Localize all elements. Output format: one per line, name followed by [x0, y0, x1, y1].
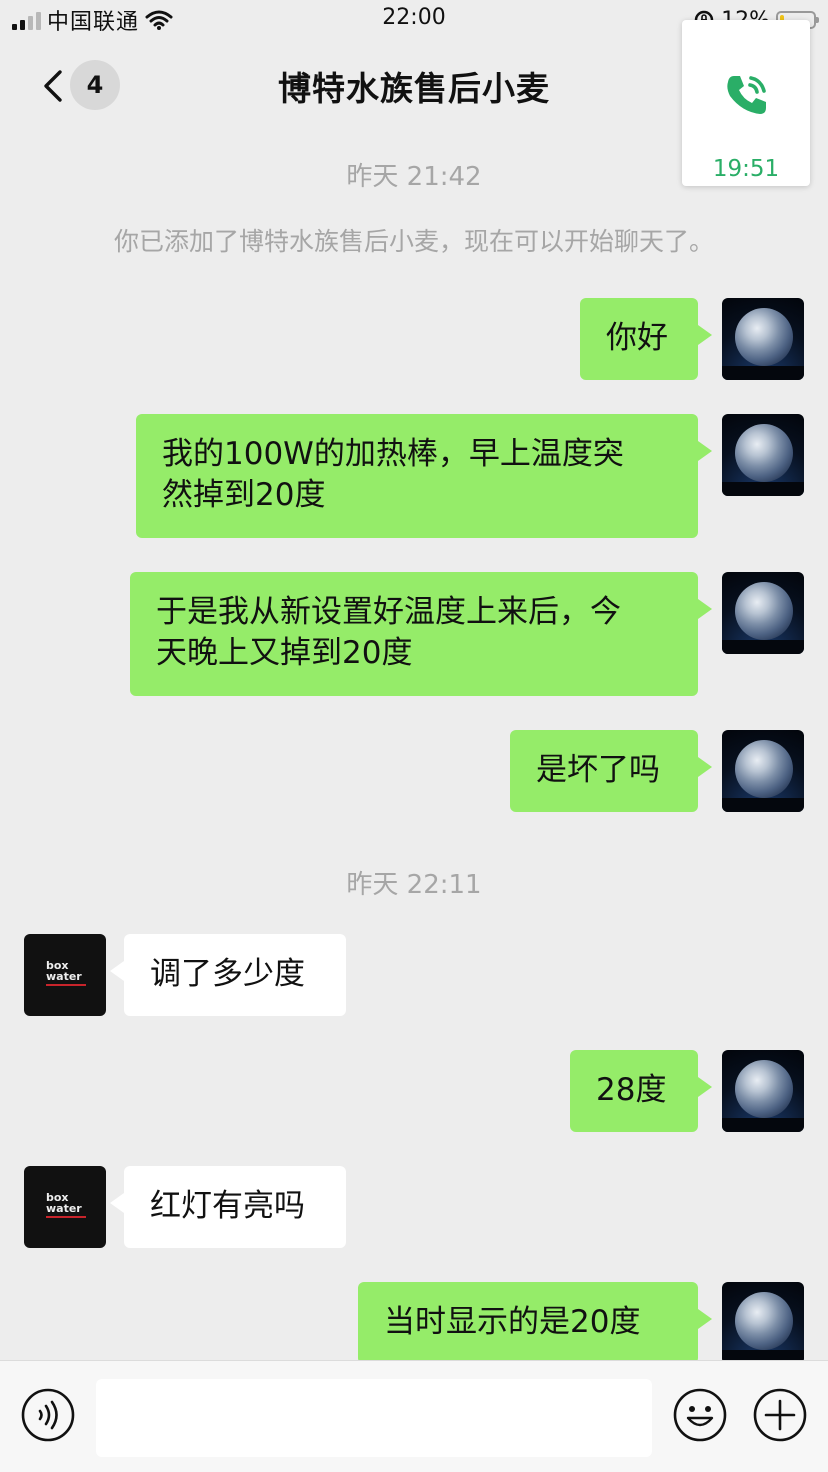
message-bubble[interactable]: 调了多少度: [110, 934, 346, 1016]
timestamp: 昨天 21:42: [346, 162, 482, 192]
message-bubble[interactable]: 是坏了吗: [510, 730, 712, 812]
message-input[interactable]: [96, 1379, 652, 1457]
my-avatar[interactable]: [722, 572, 804, 654]
system-message: 你已添加了博特水族售后小麦，现在可以开始聊天了。: [113, 227, 714, 256]
message-bubble[interactable]: 你好: [580, 298, 712, 380]
brand-logo: box water: [46, 1191, 82, 1215]
timestamp: 昨天 22:11: [346, 870, 482, 900]
my-avatar[interactable]: [722, 1282, 804, 1364]
input-bar: [0, 1360, 828, 1472]
voice-icon[interactable]: [20, 1387, 76, 1443]
message-bubble[interactable]: 当时显示的是20度: [358, 1282, 712, 1364]
contact-avatar[interactable]: box water: [24, 1166, 106, 1248]
my-avatar[interactable]: [722, 730, 804, 812]
my-avatar[interactable]: [722, 1050, 804, 1132]
brand-logo: box water: [46, 959, 82, 983]
plus-icon[interactable]: [752, 1387, 808, 1443]
message-bubble[interactable]: 红灯有亮吗: [110, 1166, 346, 1248]
message-bubble[interactable]: 28度: [570, 1050, 712, 1132]
emoji-icon[interactable]: [672, 1387, 728, 1443]
my-avatar[interactable]: [722, 298, 804, 380]
phone-call-icon: [727, 76, 766, 114]
message-bubble[interactable]: 我的100W的加热棒，早上温度突 然掉到20度: [136, 414, 712, 538]
my-avatar[interactable]: [722, 414, 804, 496]
message-bubble[interactable]: 于是我从新设置好温度上来后，今 天晚上又掉到20度: [130, 572, 712, 696]
contact-avatar[interactable]: box water: [24, 934, 106, 1016]
